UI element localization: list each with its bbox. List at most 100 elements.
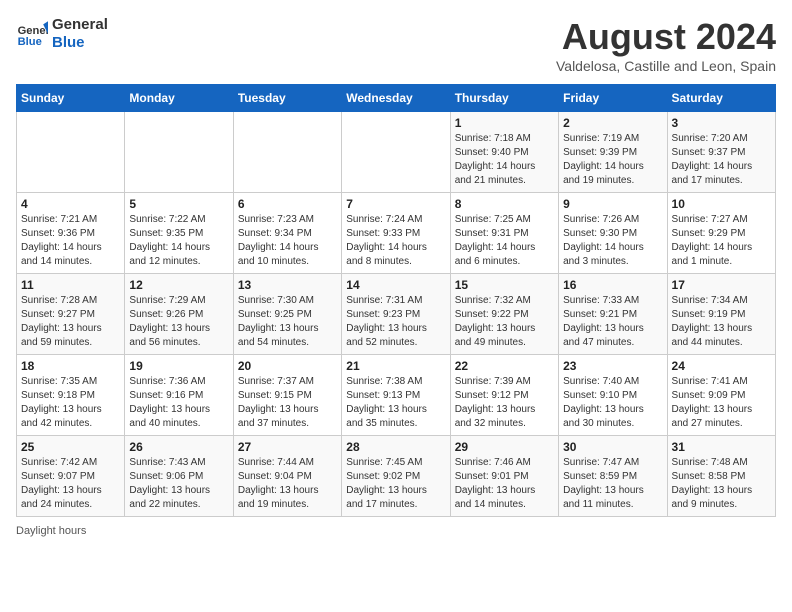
logo-blue: Blue: [52, 34, 108, 52]
calendar-header-row: SundayMondayTuesdayWednesdayThursdayFrid…: [17, 85, 776, 112]
day-info: Sunrise: 7:38 AMSunset: 9:13 PMDaylight:…: [346, 375, 445, 431]
footer: Daylight hours: [16, 525, 776, 537]
day-number: 12: [129, 278, 228, 292]
day-number: 23: [563, 359, 662, 373]
calendar-cell: 17 Sunrise: 7:34 AMSunset: 9:19 PMDayligh…: [667, 274, 775, 355]
day-number: 14: [346, 278, 445, 292]
col-header-wednesday: Wednesday: [342, 85, 450, 112]
calendar-cell: 21 Sunrise: 7:38 AMSunset: 9:13 PMDayligh…: [342, 355, 450, 436]
calendar-cell: 28 Sunrise: 7:45 AMSunset: 9:02 PMDayligh…: [342, 436, 450, 517]
day-info: Sunrise: 7:35 AMSunset: 9:18 PMDaylight:…: [21, 375, 120, 431]
day-number: 24: [672, 359, 771, 373]
day-info: Sunrise: 7:32 AMSunset: 9:22 PMDaylight:…: [455, 294, 554, 350]
day-info: Sunrise: 7:34 AMSunset: 9:19 PMDaylight:…: [672, 294, 771, 350]
day-info: Sunrise: 7:45 AMSunset: 9:02 PMDaylight:…: [346, 456, 445, 512]
day-number: 11: [21, 278, 120, 292]
col-header-saturday: Saturday: [667, 85, 775, 112]
day-info: Sunrise: 7:29 AMSunset: 9:26 PMDaylight:…: [129, 294, 228, 350]
day-info: Sunrise: 7:26 AMSunset: 9:30 PMDaylight:…: [563, 213, 662, 269]
day-info: Sunrise: 7:22 AMSunset: 9:35 PMDaylight:…: [129, 213, 228, 269]
calendar-cell: 22 Sunrise: 7:39 AMSunset: 9:12 PMDayligh…: [450, 355, 558, 436]
calendar-cell: 14Sunrise: 7:31 AMSunset: 9:23 PMDayligh…: [342, 274, 450, 355]
calendar-cell: 12 Sunrise: 7:29 AMSunset: 9:26 PMDayligh…: [125, 274, 233, 355]
calendar-cell: 25Sunrise: 7:42 AMSunset: 9:07 PMDayligh…: [17, 436, 125, 517]
day-number: 30: [563, 440, 662, 454]
day-number: 20: [238, 359, 337, 373]
day-info: Sunrise: 7:19 AMSunset: 9:39 PMDaylight:…: [563, 132, 662, 188]
day-number: 21: [346, 359, 445, 373]
calendar-cell: 29Sunrise: 7:46 AMSunset: 9:01 PMDayligh…: [450, 436, 558, 517]
logo-general: General: [52, 16, 108, 34]
day-number: 7: [346, 197, 445, 211]
month-year-title: August 2024: [556, 16, 776, 58]
day-number: 2: [563, 116, 662, 130]
day-info: Sunrise: 7:42 AMSunset: 9:07 PMDaylight:…: [21, 456, 120, 512]
day-number: 31: [672, 440, 771, 454]
calendar-cell: [233, 112, 341, 193]
daylight-label: Daylight hours: [16, 525, 86, 537]
day-info: Sunrise: 7:33 AMSunset: 9:21 PMDaylight:…: [563, 294, 662, 350]
calendar-cell: 8 Sunrise: 7:25 AMSunset: 9:31 PMDaylight…: [450, 193, 558, 274]
day-number: 9: [563, 197, 662, 211]
day-info: Sunrise: 7:28 AMSunset: 9:27 PMDaylight:…: [21, 294, 120, 350]
day-number: 5: [129, 197, 228, 211]
location-subtitle: Valdelosa, Castille and Leon, Spain: [556, 58, 776, 74]
calendar-cell: 10Sunrise: 7:27 AMSunset: 9:29 PMDayligh…: [667, 193, 775, 274]
calendar-week-3: 11 Sunrise: 7:28 AMSunset: 9:27 PMDayligh…: [17, 274, 776, 355]
day-number: 29: [455, 440, 554, 454]
calendar-cell: 30Sunrise: 7:47 AMSunset: 8:59 PMDayligh…: [559, 436, 667, 517]
day-info: Sunrise: 7:36 AMSunset: 9:16 PMDaylight:…: [129, 375, 228, 431]
col-header-friday: Friday: [559, 85, 667, 112]
day-number: 28: [346, 440, 445, 454]
day-number: 26: [129, 440, 228, 454]
day-info: Sunrise: 7:25 AMSunset: 9:31 PMDaylight:…: [455, 213, 554, 269]
day-number: 1: [455, 116, 554, 130]
day-number: 19: [129, 359, 228, 373]
calendar-cell: 26 Sunrise: 7:43 AMSunset: 9:06 PMDayligh…: [125, 436, 233, 517]
day-info: Sunrise: 7:48 AMSunset: 8:58 PMDaylight:…: [672, 456, 771, 512]
calendar-cell: 9 Sunrise: 7:26 AMSunset: 9:30 PMDaylight…: [559, 193, 667, 274]
svg-text:General: General: [18, 25, 48, 37]
calendar-week-2: 4Sunrise: 7:21 AMSunset: 9:36 PMDaylight…: [17, 193, 776, 274]
calendar-cell: [17, 112, 125, 193]
day-number: 6: [238, 197, 337, 211]
calendar-cell: 20 Sunrise: 7:37 AMSunset: 9:15 PMDayligh…: [233, 355, 341, 436]
calendar-table: SundayMondayTuesdayWednesdayThursdayFrid…: [16, 84, 776, 517]
calendar-cell: 23 Sunrise: 7:40 AMSunset: 9:10 PMDayligh…: [559, 355, 667, 436]
day-number: 27: [238, 440, 337, 454]
day-number: 3: [672, 116, 771, 130]
calendar-cell: 27 Sunrise: 7:44 AMSunset: 9:04 PMDayligh…: [233, 436, 341, 517]
day-info: Sunrise: 7:43 AMSunset: 9:06 PMDaylight:…: [129, 456, 228, 512]
calendar-cell: 31 Sunrise: 7:48 AMSunset: 8:58 PMDayligh…: [667, 436, 775, 517]
calendar-week-1: 1Sunrise: 7:18 AMSunset: 9:40 PMDaylight…: [17, 112, 776, 193]
day-number: 17: [672, 278, 771, 292]
day-number: 22: [455, 359, 554, 373]
day-info: Sunrise: 7:39 AMSunset: 9:12 PMDaylight:…: [455, 375, 554, 431]
calendar-cell: 2 Sunrise: 7:19 AMSunset: 9:39 PMDaylight…: [559, 112, 667, 193]
calendar-cell: 18 Sunrise: 7:35 AMSunset: 9:18 PMDayligh…: [17, 355, 125, 436]
day-number: 8: [455, 197, 554, 211]
logo: General Blue General Blue: [16, 16, 108, 52]
svg-text:Blue: Blue: [18, 36, 42, 48]
title-block: August 2024 Valdelosa, Castille and Leon…: [556, 16, 776, 74]
calendar-cell: 16Sunrise: 7:33 AMSunset: 9:21 PMDayligh…: [559, 274, 667, 355]
day-info: Sunrise: 7:27 AMSunset: 9:29 PMDaylight:…: [672, 213, 771, 269]
calendar-cell: 1Sunrise: 7:18 AMSunset: 9:40 PMDaylight…: [450, 112, 558, 193]
day-info: Sunrise: 7:41 AMSunset: 9:09 PMDaylight:…: [672, 375, 771, 431]
calendar-cell: [342, 112, 450, 193]
day-info: Sunrise: 7:30 AMSunset: 9:25 PMDaylight:…: [238, 294, 337, 350]
day-info: Sunrise: 7:37 AMSunset: 9:15 PMDaylight:…: [238, 375, 337, 431]
day-number: 4: [21, 197, 120, 211]
calendar-cell: 4Sunrise: 7:21 AMSunset: 9:36 PMDaylight…: [17, 193, 125, 274]
col-header-thursday: Thursday: [450, 85, 558, 112]
calendar-cell: 6Sunrise: 7:23 AMSunset: 9:34 PMDaylight…: [233, 193, 341, 274]
day-info: Sunrise: 7:44 AMSunset: 9:04 PMDaylight:…: [238, 456, 337, 512]
calendar-cell: 24 Sunrise: 7:41 AMSunset: 9:09 PMDayligh…: [667, 355, 775, 436]
calendar-cell: 11 Sunrise: 7:28 AMSunset: 9:27 PMDayligh…: [17, 274, 125, 355]
day-number: 18: [21, 359, 120, 373]
day-info: Sunrise: 7:20 AMSunset: 9:37 PMDaylight:…: [672, 132, 771, 188]
calendar-cell: 15Sunrise: 7:32 AMSunset: 9:22 PMDayligh…: [450, 274, 558, 355]
calendar-cell: 7 Sunrise: 7:24 AMSunset: 9:33 PMDaylight…: [342, 193, 450, 274]
day-info: Sunrise: 7:24 AMSunset: 9:33 PMDaylight:…: [346, 213, 445, 269]
day-info: Sunrise: 7:40 AMSunset: 9:10 PMDaylight:…: [563, 375, 662, 431]
